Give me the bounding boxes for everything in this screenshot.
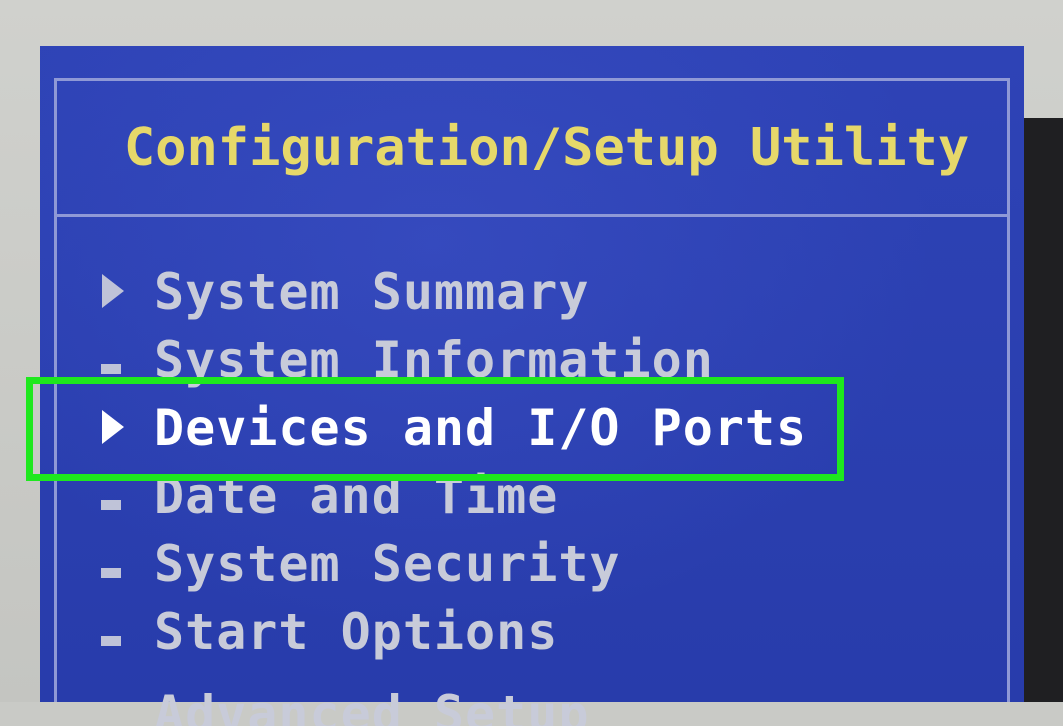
menu-item-label: System Information xyxy=(154,331,714,389)
menu-item-label: Devices and I/O Ports xyxy=(154,399,808,457)
menu-item-date-and-time[interactable]: Date and Time xyxy=(96,462,996,530)
square-bullet-icon xyxy=(96,534,154,594)
menu-item-label: Date and Time xyxy=(154,467,559,525)
marker-none xyxy=(96,666,154,726)
menu-item-start-options[interactable]: Start Options xyxy=(96,598,996,666)
menu-item-advanced-setup[interactable]: Advanced Setup xyxy=(96,666,996,726)
monitor-edge-shadow xyxy=(1024,118,1063,702)
menu-item-label: Start Options xyxy=(154,603,559,661)
menu-item-label: System Summary xyxy=(154,263,590,321)
menu-item-system-security[interactable]: System Security xyxy=(96,530,996,598)
menu-item-devices-and-io-ports[interactable]: Devices and I/O Ports xyxy=(96,394,996,462)
square-bullet-icon xyxy=(96,466,154,526)
main-menu: System Summary System Information Device… xyxy=(96,258,996,726)
square-bullet-icon xyxy=(96,330,154,390)
page-title: Configuration/Setup Utility xyxy=(123,118,970,178)
triangle-right-icon xyxy=(96,262,154,322)
triangle-right-icon xyxy=(96,398,154,458)
menu-item-label: System Security xyxy=(154,535,621,593)
menu-item-system-information[interactable]: System Information xyxy=(96,326,996,394)
square-bullet-icon xyxy=(96,602,154,662)
title-divider xyxy=(54,214,1010,217)
menu-item-label: Advanced Setup xyxy=(154,685,590,726)
menu-item-system-summary[interactable]: System Summary xyxy=(96,258,996,326)
